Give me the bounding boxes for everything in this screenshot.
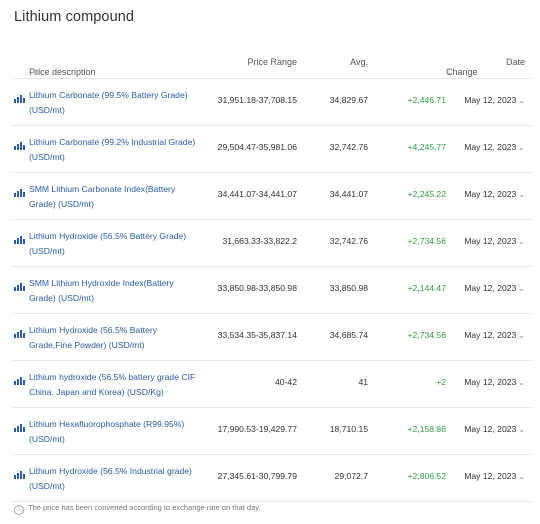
price-change: +2,144.47 <box>407 283 446 293</box>
date-text: May 12, 2023 <box>464 424 517 434</box>
price-change: +2,245.22 <box>407 189 446 199</box>
avg-price: 41 <box>358 377 368 387</box>
price-description-link[interactable]: Lithium Carbonate (99.2% Industrial Grad… <box>29 135 201 164</box>
date-text: May 12, 2023 <box>464 283 517 293</box>
sort-down-icon[interactable]: ↓ <box>447 67 451 76</box>
chevron-down-icon[interactable]: ⌄ <box>518 472 525 481</box>
header-date: Date <box>505 57 525 67</box>
price-description-link[interactable]: SMM Lithium Carbonate Index(Battery Grad… <box>29 182 201 211</box>
chevron-down-icon[interactable]: ⌄ <box>518 425 525 434</box>
date-dropdown[interactable]: May 12, 2023 ⌄ <box>464 471 525 481</box>
date-text: May 12, 2023 <box>464 377 517 387</box>
price-table: Price description ▤ Price Range Avg. Chan… <box>11 47 532 502</box>
date-text: May 12, 2023 <box>464 142 517 152</box>
avg-price: 18,710.15 <box>329 424 368 434</box>
date-text: May 12, 2023 <box>464 95 517 105</box>
price-range: 40-42 <box>275 377 297 387</box>
price-change: +2,734.56 <box>407 236 446 246</box>
table-body: Lithium Carbonate (99.5% Battery Grade) … <box>11 79 532 502</box>
date-text: May 12, 2023 <box>464 471 517 481</box>
price-range: 33,850.98-33,850.98 <box>217 283 297 293</box>
table-row[interactable]: Lithium Hydroxide (56.5% Battery Grade) … <box>11 220 532 267</box>
date-dropdown[interactable]: May 12, 2023 ⌄ <box>464 142 525 152</box>
chevron-down-icon[interactable]: ⌄ <box>518 190 525 199</box>
section-title: Lithium compound <box>14 9 135 25</box>
avg-price: 32,742.76 <box>329 142 368 152</box>
table-row[interactable]: SMM Lithium Carbonate Index(Battery Grad… <box>11 173 532 220</box>
table-row[interactable]: SMM Lithium Hydroxide Index(Battery Grad… <box>11 267 532 314</box>
date-dropdown[interactable]: May 12, 2023 ⌄ <box>464 283 525 293</box>
table-row[interactable]: Lithium Hexafluorophosphate (R99.95%) (U… <box>11 408 532 455</box>
chevron-down-icon[interactable]: ⌄ <box>518 378 525 387</box>
price-range: 29,504.47-35,981.06 <box>217 142 297 152</box>
price-change: +2,806.52 <box>407 471 446 481</box>
bar-chart-icon[interactable] <box>14 376 25 385</box>
date-text: May 12, 2023 <box>464 330 517 340</box>
date-dropdown[interactable]: May 12, 2023 ⌄ <box>464 189 525 199</box>
price-range: 31,663.33-33,822.2 <box>222 236 297 246</box>
avg-price: 32,742.76 <box>329 236 368 246</box>
price-change: +2 <box>436 377 446 387</box>
chevron-down-icon[interactable]: ⌄ <box>518 96 525 105</box>
table-row[interactable]: Lithium Hydroxide (56.5% Battery Grade,F… <box>11 314 532 361</box>
table-row[interactable]: Lithium Carbonate (99.2% Industrial Grad… <box>11 126 532 173</box>
info-icon: ! <box>14 505 24 515</box>
bar-chart-icon[interactable] <box>14 282 25 291</box>
header-avg: Avg. <box>350 57 368 67</box>
price-range: 34,441.07-34,441.07 <box>217 189 297 199</box>
footnote-text: The price has been converted according t… <box>28 503 261 512</box>
bar-chart-icon[interactable] <box>14 329 25 338</box>
table-header: Price description ▤ Price Range Avg. Chan… <box>11 47 532 79</box>
price-description-link[interactable]: Lithium Hexafluorophosphate (R99.95%) (U… <box>29 417 201 446</box>
date-dropdown[interactable]: May 12, 2023 ⌄ <box>464 424 525 434</box>
avg-price: 34,829.67 <box>329 95 368 105</box>
chevron-down-icon[interactable]: ⌄ <box>518 331 525 340</box>
price-change: +2,446.71 <box>407 95 446 105</box>
price-change: +2,158.86 <box>407 424 446 434</box>
avg-price: 29,072.7 <box>334 471 368 481</box>
header-price-range: Price Range <box>247 57 297 67</box>
date-dropdown[interactable]: May 12, 2023 ⌄ <box>464 95 525 105</box>
bar-chart-icon[interactable] <box>14 188 25 197</box>
date-text: May 12, 2023 <box>464 236 517 246</box>
price-change: +2,734.56 <box>407 330 446 340</box>
price-range: 33,534.35-35,837.14 <box>217 330 297 340</box>
price-range: 17,990.53-19,429.77 <box>217 424 297 434</box>
avg-price: 33,850.98 <box>329 283 368 293</box>
bar-chart-icon[interactable] <box>14 94 25 103</box>
price-range: 31,951.18-37,708.15 <box>217 95 297 105</box>
date-dropdown[interactable]: May 12, 2023 ⌄ <box>464 236 525 246</box>
date-dropdown[interactable]: May 12, 2023 ⌄ <box>464 377 525 387</box>
chevron-down-icon[interactable]: ⌄ <box>518 237 525 246</box>
price-description-link[interactable]: SMM Lithium Hydroxide Index(Battery Grad… <box>29 276 201 305</box>
date-dropdown[interactable]: May 12, 2023 ⌄ <box>464 330 525 340</box>
table-row[interactable]: Lithium Carbonate (99.5% Battery Grade) … <box>11 79 532 126</box>
bar-chart-icon[interactable] <box>14 470 25 479</box>
price-description-link[interactable]: Lithium Carbonate (99.5% Battery Grade) … <box>29 88 201 117</box>
price-range: 27,345.61-30,799.79 <box>217 471 297 481</box>
info-icon[interactable]: ▤ <box>33 67 41 76</box>
price-description-link[interactable]: Lithium hydroxide (56.5% battery grade C… <box>29 370 201 399</box>
price-description-link[interactable]: Lithium Hydroxide (56.5% Battery Grade,F… <box>29 323 201 352</box>
table-row[interactable]: Lithium Hydroxide (56.5% Industrial grad… <box>11 455 532 502</box>
date-text: May 12, 2023 <box>464 189 517 199</box>
avg-price: 34,685.74 <box>329 330 368 340</box>
bar-chart-icon[interactable] <box>14 141 25 150</box>
price-change: +4,245.77 <box>407 142 446 152</box>
footnote: ! The price has been converted according … <box>14 503 261 515</box>
bar-chart-icon[interactable] <box>14 423 25 432</box>
table-row[interactable]: Lithium hydroxide (56.5% battery grade C… <box>11 361 532 408</box>
price-description-link[interactable]: Lithium Hydroxide (56.5% Battery Grade) … <box>29 229 201 258</box>
avg-price: 34,441.07 <box>329 189 368 199</box>
price-description-link[interactable]: Lithium Hydroxide (56.5% Industrial grad… <box>29 464 201 493</box>
chevron-down-icon[interactable]: ⌄ <box>518 143 525 152</box>
chevron-down-icon[interactable]: ⌄ <box>518 284 525 293</box>
bar-chart-icon[interactable] <box>14 235 25 244</box>
